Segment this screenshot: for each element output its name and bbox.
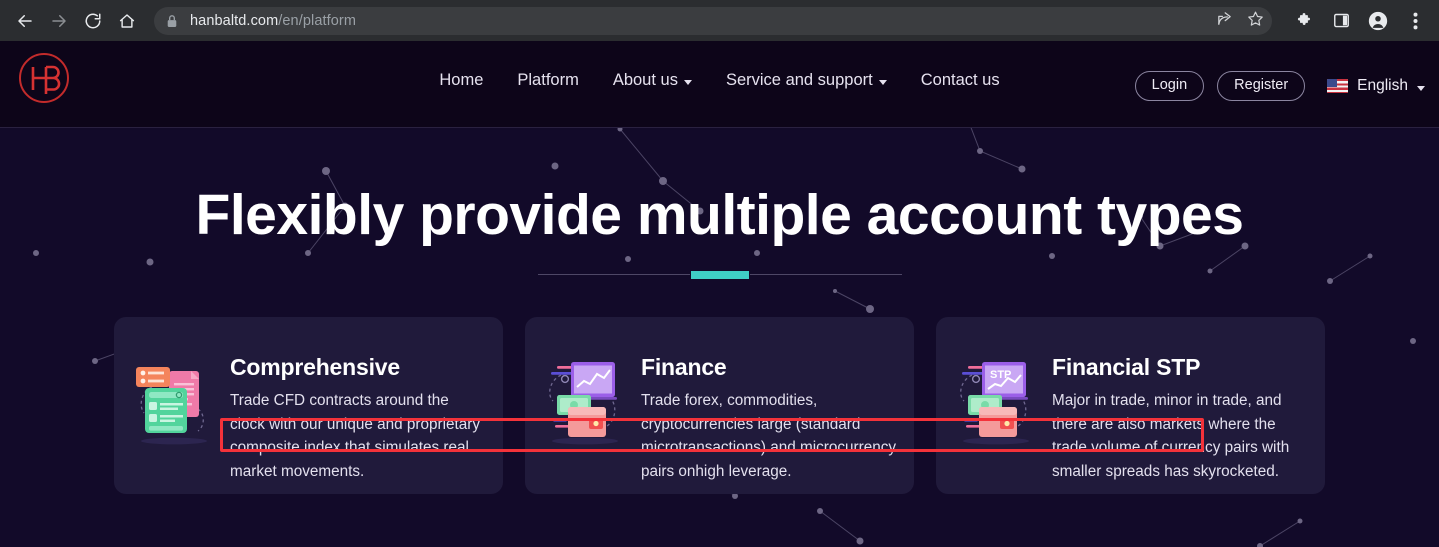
card-title: Comprehensive [230,353,400,380]
title-divider [0,270,1439,279]
forward-button[interactable] [44,6,74,36]
home-icon [118,12,136,30]
documents-search-illustration [128,355,220,494]
back-arrow-icon [16,12,34,30]
us-flag-icon [1327,79,1349,94]
card-body: Financial STP Major in trade, minor in t… [1042,353,1309,494]
chevron-down-icon [878,80,887,85]
card-description: Trade CFD contracts around the clock wit… [230,392,480,480]
nav-label: About us [612,71,678,89]
chart-wallet-illustration [539,355,631,494]
card-finance[interactable]: Finance Trade forex, commodities, crypto… [525,316,914,494]
nav-item-contact-us[interactable]: Contact us [904,71,1017,90]
page-title: Flexibly provide multiple account types [195,183,1244,247]
nav-label: Service and support [725,71,873,89]
site-header: Home Platform About us Service and suppo… [0,41,1439,128]
card-body: Comprehensive Trade CFD contracts around… [220,353,487,494]
register-button[interactable]: Register [1217,71,1306,102]
nav-item-about-us[interactable]: About us [596,71,709,90]
url-domain: hanbaltd.com [190,12,279,29]
nav-item-home[interactable]: Home [422,71,500,90]
divider-accent-bar [690,270,749,279]
nav-label: Platform [517,71,579,89]
home-button[interactable] [112,6,142,36]
nav-item-platform[interactable]: Platform [500,71,595,90]
back-button[interactable] [10,6,40,36]
card-title: Finance [641,353,727,380]
chevron-down-icon [683,80,692,85]
chevron-down-icon [1417,85,1425,91]
url-text: hanbaltd.com/en/platform [190,13,356,29]
browser-toolbar-right [1294,11,1429,31]
profile-avatar-icon[interactable] [1368,11,1388,31]
card-description: Trade forex, commodities, cryptocurrenci… [641,392,897,480]
forward-arrow-icon [50,12,68,30]
browser-toolbar: hanbaltd.com/en/platform [0,0,1439,41]
share-icon[interactable] [1216,10,1233,32]
card-financial-stp[interactable]: STP Financial STP Major in trade, minor [936,316,1325,494]
card-comprehensive[interactable]: Comprehensive Trade CFD contracts around… [114,316,503,494]
url-path: /en/platform [278,12,357,29]
card-description: Major in trade, minor in trade, and ther… [1052,392,1290,480]
puzzle-icon[interactable] [1294,11,1314,31]
card-title: Financial STP [1052,353,1201,380]
nav-label: Contact us [920,71,1000,89]
address-bar[interactable]: hanbaltd.com/en/platform [154,6,1272,35]
three-dot-menu-icon[interactable] [1405,11,1425,31]
web-page: Home Platform About us Service and suppo… [0,41,1439,547]
hero-section: Flexibly provide multiple account types [0,128,1439,279]
side-panel-icon[interactable] [1331,11,1351,31]
nav-item-service-and-support[interactable]: Service and support [709,71,904,90]
divider-line-right [749,274,902,276]
account-type-cards: Comprehensive Trade CFD contracts around… [0,316,1439,494]
login-button[interactable]: Login [1134,71,1205,102]
card-body: Finance Trade forex, commodities, crypto… [631,353,898,494]
reload-button[interactable] [78,6,108,36]
header-actions: Login Register English [1134,71,1429,102]
lock-icon [166,14,178,28]
divider-line-left [537,274,690,276]
language-selector[interactable]: English [1327,77,1425,95]
language-label: English [1357,77,1408,95]
stp-chart-wallet-illustration: STP [950,355,1042,494]
star-icon[interactable] [1247,10,1264,32]
reload-icon [84,12,102,30]
nav-label: Home [439,71,484,89]
